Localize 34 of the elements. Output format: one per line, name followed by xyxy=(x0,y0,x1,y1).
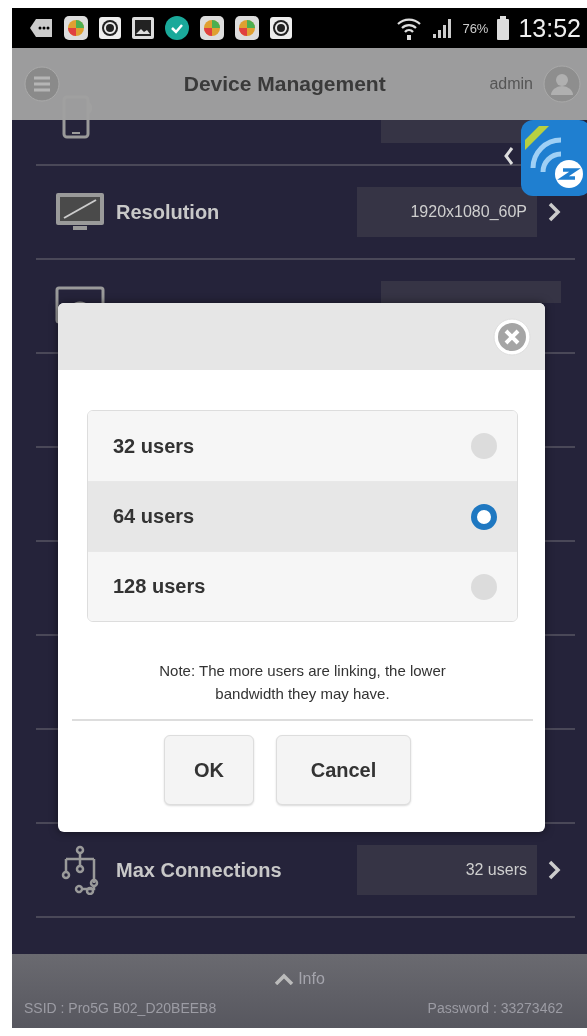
chevron-icon[interactable] xyxy=(547,859,561,881)
radio-button[interactable] xyxy=(471,503,497,530)
cancel-button[interactable]: Cancel xyxy=(276,735,411,805)
image-icon xyxy=(131,16,155,40)
app-icon xyxy=(199,15,225,41)
radio-button[interactable] xyxy=(471,433,497,459)
ssid-text: SSID : Pro5G B02_D20BEEB8 xyxy=(24,1000,217,1016)
option-item[interactable]: 32 users xyxy=(88,411,517,481)
app-icon xyxy=(234,15,260,41)
monitor-icon xyxy=(55,192,105,232)
signal-icon xyxy=(431,17,454,39)
profile-button[interactable] xyxy=(543,65,581,103)
menu-button[interactable] xyxy=(24,66,60,102)
option-item[interactable]: 128 users xyxy=(88,551,517,621)
check-icon xyxy=(164,15,190,41)
app-icon xyxy=(63,15,89,41)
setting-value[interactable]: 1920x1080_60P xyxy=(357,187,537,237)
password-text: Password : 33273462 xyxy=(427,1000,563,1016)
setting-label: Max Connections xyxy=(115,858,283,882)
setting-value[interactable]: 32 users xyxy=(357,845,537,895)
chevron-icon[interactable] xyxy=(547,201,561,223)
caret-icon xyxy=(274,973,295,985)
setting-label: Resolution xyxy=(115,200,221,224)
option-item[interactable]: 64 users xyxy=(88,481,517,551)
note-text: Note: The more users are linking, the lower bandwidth they may have. xyxy=(158,661,447,704)
battery-icon xyxy=(497,16,510,40)
message-icon xyxy=(28,17,54,39)
radio-button[interactable] xyxy=(471,573,497,600)
ok-button[interactable]: OK xyxy=(164,735,254,805)
battery-level: 76% xyxy=(462,20,489,36)
user-name: admin xyxy=(489,75,533,93)
clock-time: 13:52 xyxy=(518,13,581,43)
page-title: Device Management xyxy=(182,72,387,96)
close-icon[interactable] xyxy=(493,317,531,356)
